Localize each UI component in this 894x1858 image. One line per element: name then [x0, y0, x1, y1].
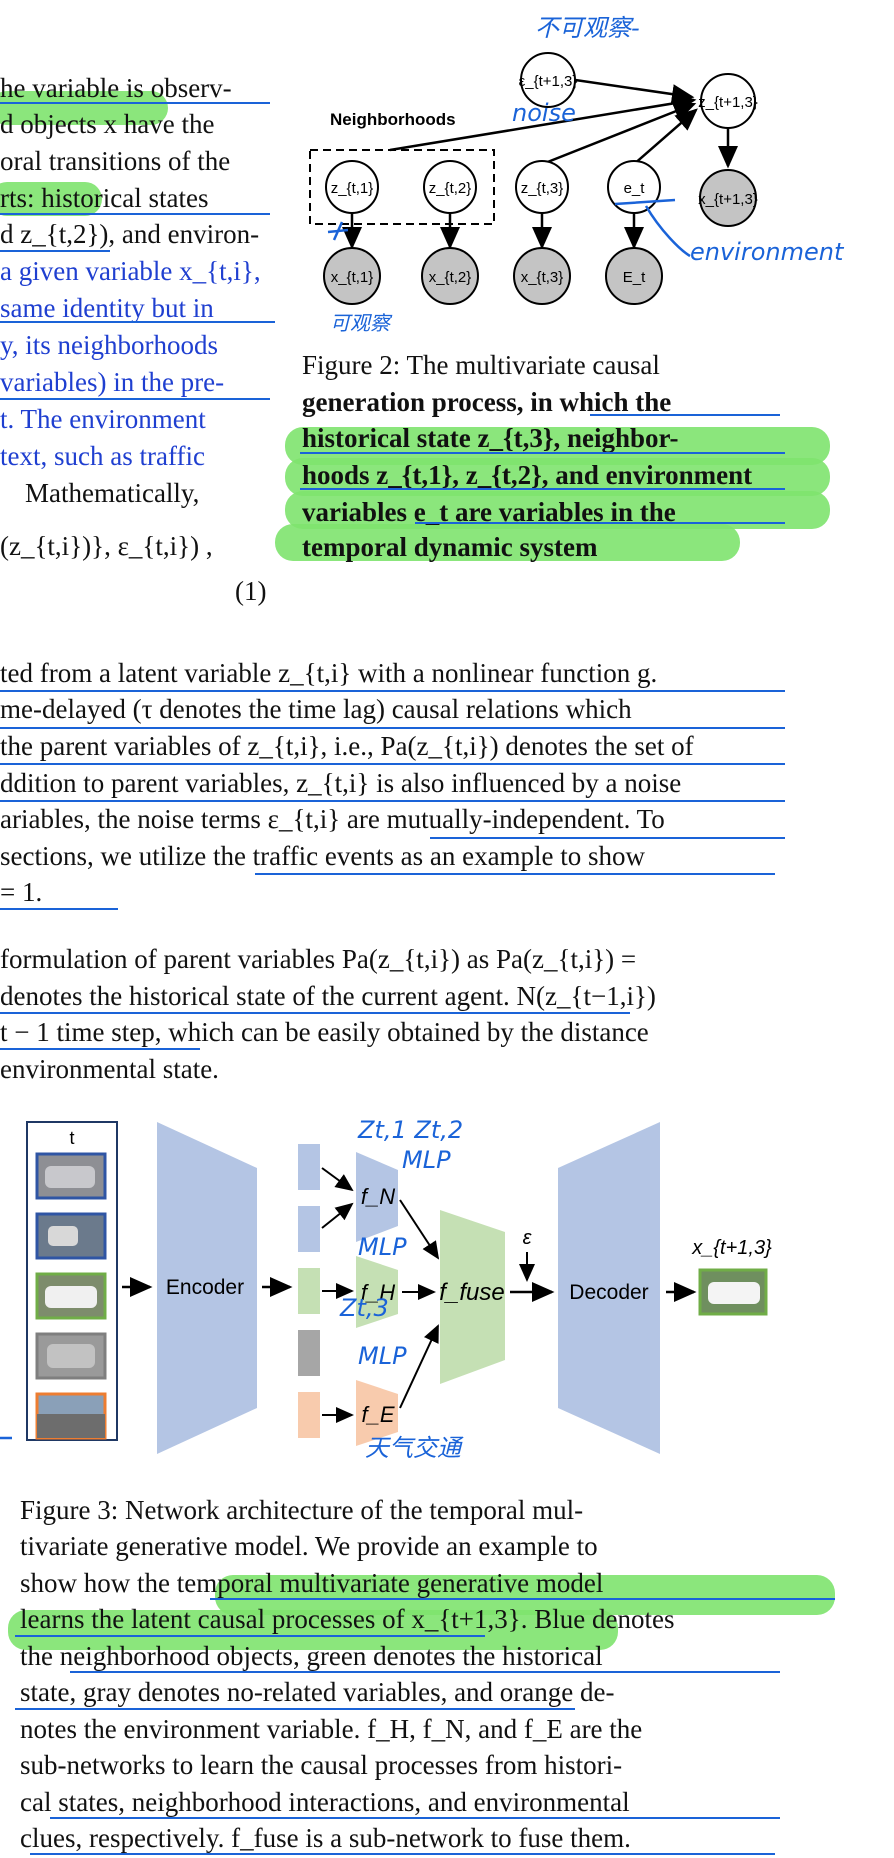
- feature-unrelated: [298, 1330, 320, 1376]
- feature-history: [298, 1268, 320, 1314]
- caption-line: Figure 3: Network architecture of the te…: [20, 1495, 584, 1525]
- handwritten-note: 天气交通: [365, 1434, 461, 1462]
- pen-underline: [70, 1671, 780, 1673]
- pen-underline: [0, 690, 785, 692]
- caption-line: cal states, neighborhood interactions, a…: [20, 1787, 630, 1817]
- text-line: denotes the historical state of the curr…: [0, 981, 656, 1011]
- handwritten-note: 不可观察-: [535, 14, 640, 42]
- text-line: ddition to parent variables, z_{t,i} is …: [0, 768, 682, 798]
- svg-text:z_{t,3}: z_{t,3}: [521, 180, 564, 197]
- pen-underline: [0, 800, 785, 802]
- svg-text:z_{t,1}: z_{t,1}: [331, 180, 374, 197]
- text-line: a given variable x_{t,i},: [0, 256, 261, 286]
- text-line: d z_{t,2}), and environ-: [0, 219, 260, 249]
- caption-line: notes the environment variable. f_H, f_N…: [20, 1714, 643, 1744]
- text-line: t. The environment: [0, 404, 206, 434]
- caption-line: tivariate generative model. We provide a…: [20, 1531, 598, 1561]
- pen-underline: [0, 727, 785, 729]
- svg-text:f_E: f_E: [361, 1402, 394, 1427]
- text-line: = 1.: [0, 877, 43, 907]
- handwritten-note: MLP: [358, 1342, 407, 1370]
- pen-underline: [15, 1708, 575, 1710]
- text-line: variables) in the pre-: [0, 367, 225, 397]
- handwritten-note: MLP: [402, 1146, 451, 1174]
- pen-underline: [0, 1012, 630, 1014]
- text-line: me-delayed (τ denotes the time lag) caus…: [0, 694, 632, 724]
- pen-underline: [15, 1635, 485, 1637]
- caption-line: historical state z_{t,3}, neighbor-: [302, 423, 679, 453]
- svg-text:Encoder: Encoder: [166, 1276, 244, 1299]
- pen-underline: [30, 1853, 775, 1855]
- pen-underline: [300, 452, 785, 454]
- pen-underline: [0, 321, 275, 323]
- text-line: same identity but in: [0, 293, 214, 323]
- svg-text:x_{t,2}: x_{t,2}: [429, 269, 472, 286]
- handwritten-note: noise: [512, 99, 576, 127]
- text-line: oral transitions of the: [0, 146, 231, 176]
- equation: (z_{t,i})}, ε_{t,i}) ,: [0, 531, 213, 561]
- pen-underline: [210, 1598, 835, 1600]
- text-line: Mathematically,: [25, 478, 200, 508]
- caption-line: clues, respectively. f_fuse is a sub-net…: [20, 1823, 631, 1853]
- pen-underline: [0, 763, 785, 765]
- svg-text:E_t: E_t: [623, 269, 646, 286]
- caption-line: temporal dynamic system: [302, 532, 598, 562]
- handwritten-note: Zt,1 Zt,2: [358, 1116, 464, 1144]
- caption-line: Figure 2: The multivariate causal: [302, 350, 660, 380]
- svg-text:x_{t+1,3}: x_{t+1,3}: [691, 1237, 772, 1259]
- svg-text:Neighborhoods: Neighborhoods: [330, 110, 456, 129]
- pen-underline: [0, 1048, 200, 1050]
- svg-text:z_{t,2}: z_{t,2}: [429, 180, 472, 197]
- pen-underline: [0, 213, 270, 215]
- svg-text:ε_{t+1,3}: ε_{t+1,3}: [519, 73, 578, 90]
- handwritten-note: environment: [690, 238, 844, 266]
- svg-text:ε: ε: [523, 1227, 533, 1249]
- caption-line: learns the latent causal processes of x_…: [20, 1604, 675, 1634]
- svg-text:f_fuse: f_fuse: [439, 1279, 504, 1306]
- text-line: the parent variables of z_{t,i}, i.e., P…: [0, 731, 694, 761]
- caption-line: state, gray denotes no-related variables…: [20, 1677, 615, 1707]
- pen-underline: [0, 908, 118, 910]
- svg-text:z_{t+1,3}: z_{t+1,3}: [698, 94, 758, 111]
- pen-underline: [0, 102, 270, 104]
- pen-underline: [415, 522, 785, 524]
- text-line: ted from a latent variable z_{t,i} with …: [0, 658, 658, 688]
- text-line: environmental state.: [0, 1054, 219, 1084]
- handwritten-note: MLP: [358, 1233, 407, 1261]
- text-line: rts: historical states: [0, 183, 209, 213]
- text-line: d objects x have the: [0, 109, 215, 139]
- svg-text:x_{t,3}: x_{t,3}: [521, 269, 564, 286]
- text-line: ariables, the noise terms ε_{t,i} are mu…: [0, 804, 665, 834]
- handwritten-note: 可观察: [330, 311, 390, 335]
- svg-text:f_N: f_N: [361, 1184, 395, 1209]
- feature-environment: [298, 1392, 320, 1438]
- svg-text:e_t: e_t: [624, 180, 646, 197]
- svg-text:t: t: [69, 1128, 74, 1148]
- pen-underline: [590, 414, 780, 416]
- equation-number: (1): [235, 576, 267, 606]
- pen-underline: [255, 873, 775, 875]
- text-line: text, such as traffic: [0, 441, 205, 471]
- pen-underline: [50, 1817, 780, 1819]
- fig2-causal-graph: Neighborhoods ε_{t+1,3} z_{t+1,3} z_{t,1…: [309, 52, 758, 305]
- text-line: y, its neighborhoods: [0, 330, 218, 360]
- caption-line: sub-networks to learn the causal process…: [20, 1750, 623, 1780]
- pen-underline: [300, 488, 785, 490]
- caption-line: the neighborhood objects, green denotes …: [20, 1641, 603, 1671]
- text-line: t − 1 time step, which can be easily obt…: [0, 1017, 649, 1047]
- feature-neighbor: [298, 1206, 320, 1252]
- pen-underline: [430, 837, 785, 839]
- svg-text:x_{t+1,3}: x_{t+1,3}: [698, 191, 758, 208]
- svg-text:Decoder: Decoder: [569, 1281, 648, 1304]
- pen-underline: [0, 398, 270, 400]
- pen-underline: [0, 250, 110, 252]
- caption-line: hoods z_{t,1}, z_{t,2}, and environment: [302, 460, 753, 490]
- text-line: sections, we utilize the traffic events …: [0, 841, 646, 871]
- handwritten-note: Zt,3: [340, 1294, 389, 1322]
- caption-line: show how the temporal multivariate gener…: [20, 1568, 604, 1598]
- text-line: he variable is observ-: [0, 73, 232, 103]
- text-line: formulation of parent variables Pa(z_{t,…: [0, 944, 637, 974]
- feature-neighbor: [298, 1144, 320, 1190]
- svg-text:x_{t,1}: x_{t,1}: [331, 269, 374, 286]
